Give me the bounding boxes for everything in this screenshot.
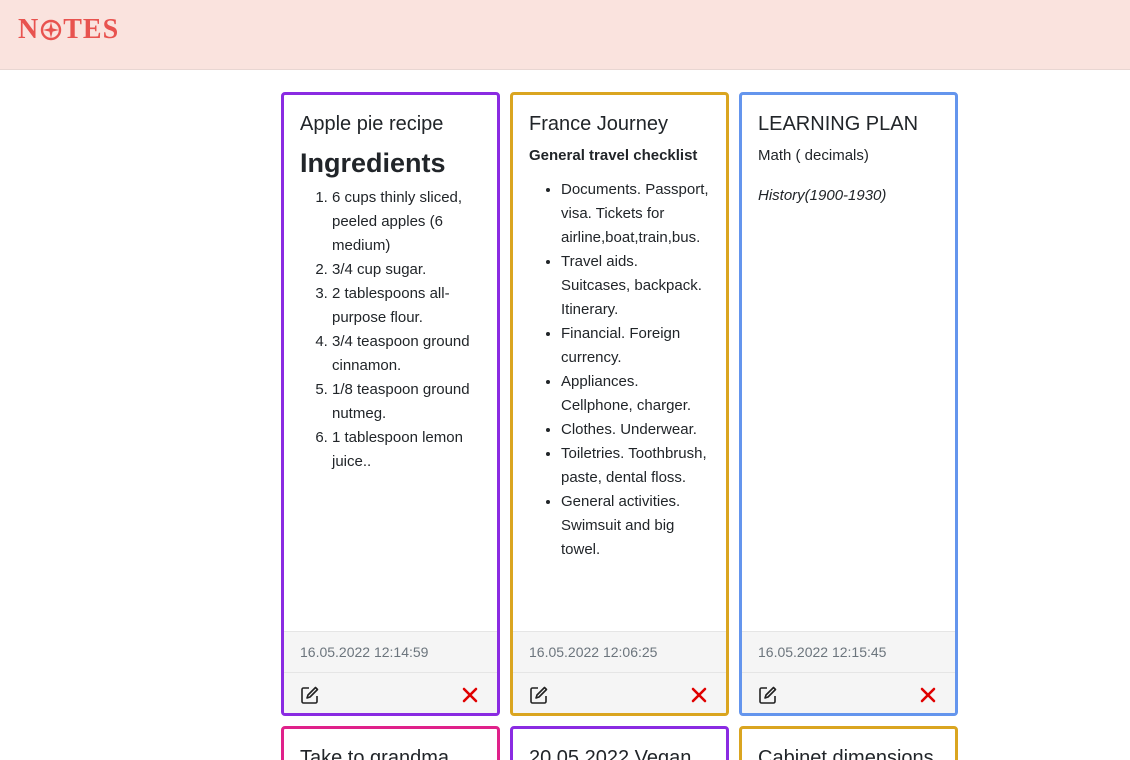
note-title: Take to grandma: [300, 747, 449, 760]
list-item: 3/4 teaspoon ground cinnamon.: [332, 330, 481, 378]
note-actions: [742, 673, 955, 713]
note-title: LEARNING PLAN: [758, 113, 919, 135]
compass-icon: [41, 19, 62, 41]
list-item: 1 tablespoon lemon juice..: [332, 426, 481, 474]
note-actions: [284, 673, 497, 713]
note-heading: Ingredients: [300, 148, 446, 178]
note-card: France Journey General travel checklist …: [510, 92, 729, 716]
checklist: Documents. Passport, visa. Tickets for a…: [529, 178, 710, 562]
note-date: 16.05.2022 12:06:25: [513, 631, 726, 673]
note-title: Apple pie recipe: [300, 113, 444, 135]
list-item: Travel aids. Suitcases, backpack. Itiner…: [561, 250, 710, 322]
edit-icon[interactable]: [758, 685, 778, 705]
list-item: Toiletries. Toothbrush, paste, dental fl…: [561, 442, 710, 490]
close-icon[interactable]: [461, 686, 479, 704]
close-icon[interactable]: [690, 686, 708, 704]
note-subheading: General travel checklist: [529, 147, 698, 164]
app-header: N TES: [0, 0, 1130, 70]
list-item: 1/8 teaspoon ground nutmeg.: [332, 378, 481, 426]
note-title: Cabinet dimensions: [758, 747, 934, 760]
list-item: 2 tablespoons all-purpose flour.: [332, 282, 481, 330]
note-actions: [513, 673, 726, 713]
note-title: 20.05.2022 Vegan: [529, 747, 692, 760]
ingredient-list: 6 cups thinly sliced, peeled apples (6 m…: [300, 186, 481, 474]
note-title: France Journey: [529, 113, 668, 135]
note-card: Take to grandma: [281, 726, 500, 760]
list-item: Financial. Foreign currency.: [561, 322, 710, 370]
logo-letters-tes: TES: [63, 14, 120, 45]
app-logo[interactable]: N TES: [18, 14, 119, 46]
list-item: Appliances. Cellphone, charger.: [561, 370, 710, 418]
edit-icon[interactable]: [300, 685, 320, 705]
close-icon[interactable]: [919, 686, 937, 704]
note-line: History(1900-1930): [758, 187, 887, 204]
edit-icon[interactable]: [529, 685, 549, 705]
note-card: LEARNING PLAN Math ( decimals) History(1…: [739, 92, 958, 716]
list-item: 6 cups thinly sliced, peeled apples (6 m…: [332, 186, 481, 258]
logo-letter-n: N: [18, 14, 40, 45]
list-item: 3/4 cup sugar.: [332, 258, 481, 282]
note-card: Cabinet dimensions: [739, 726, 958, 760]
note-date: 16.05.2022 12:15:45: [742, 631, 955, 673]
note-line: Math ( decimals): [758, 147, 869, 164]
note-card: Apple pie recipe Ingredients 6 cups thin…: [281, 92, 500, 716]
list-item: General activities. Swimsuit and big tow…: [561, 490, 710, 562]
list-item: Clothes. Underwear.: [561, 418, 710, 442]
note-card: 20.05.2022 Vegan: [510, 726, 729, 760]
note-date: 16.05.2022 12:14:59: [284, 631, 497, 673]
list-item: Documents. Passport, visa. Tickets for a…: [561, 178, 710, 250]
